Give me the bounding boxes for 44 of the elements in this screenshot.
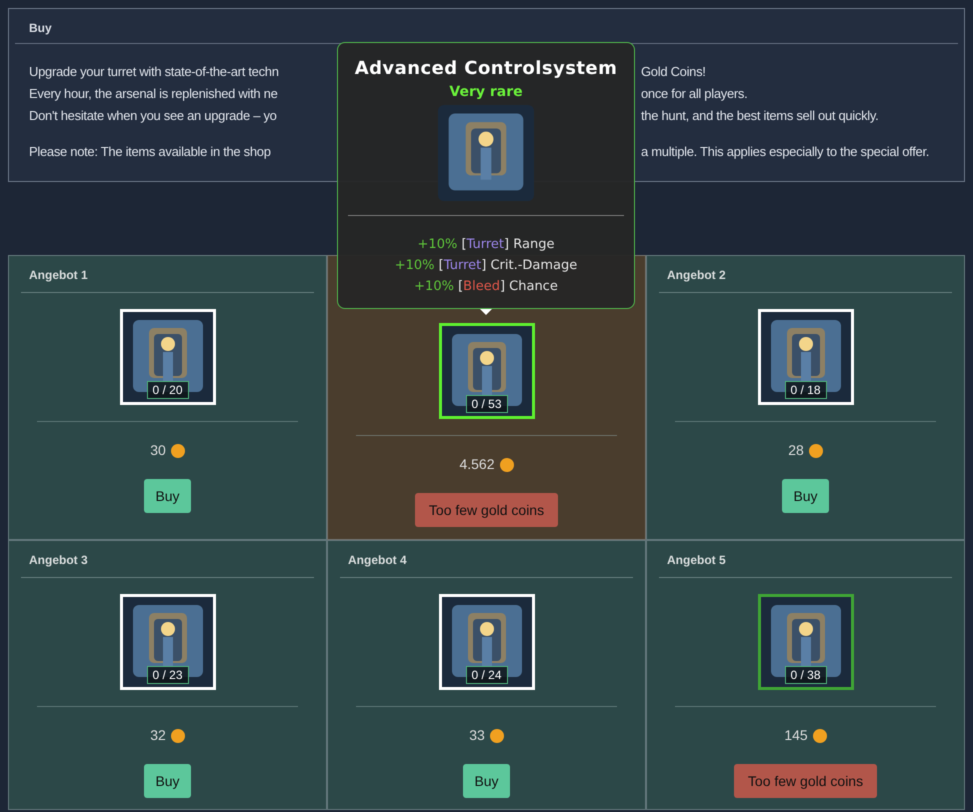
stock-counter: 0 / 53 bbox=[465, 395, 508, 413]
coin-icon bbox=[808, 444, 823, 458]
price-text: 32 bbox=[150, 726, 166, 745]
stock-counter: 0 / 24 bbox=[465, 666, 508, 684]
intro-text: the hunt, and the best items sell out quickly. bbox=[641, 107, 878, 125]
buy-button[interactable]: Buy bbox=[144, 479, 191, 513]
tooltip-pointer-icon bbox=[480, 309, 492, 315]
offer-title: Angebot 1 bbox=[21, 266, 314, 293]
intro-text: Upgrade your turret with state-of-the-art techn bbox=[29, 63, 279, 81]
rarity-label: Very rare bbox=[449, 83, 523, 102]
price-text: 28 bbox=[788, 441, 804, 460]
intro-text: once for all players. bbox=[641, 85, 748, 103]
panel-title: Buy bbox=[29, 20, 52, 37]
coin-icon bbox=[170, 728, 185, 742]
price-text: 145 bbox=[784, 726, 808, 745]
offer-title: Angebot 4 bbox=[340, 551, 633, 578]
coin-icon bbox=[490, 728, 504, 742]
price-text: 4.562 bbox=[459, 455, 495, 474]
intro-text: a multiple. This applies especially to the special offer. bbox=[641, 143, 930, 161]
price-text: 30 bbox=[150, 441, 166, 460]
coin-icon bbox=[812, 728, 827, 742]
tooltip-title: Advanced Controlsystem bbox=[354, 57, 618, 81]
price-text: 33 bbox=[469, 726, 485, 745]
stat-line: +10% [Turret] Range bbox=[418, 236, 554, 254]
stock-counter: 0 / 23 bbox=[146, 666, 189, 684]
stock-counter: 0 / 38 bbox=[784, 666, 827, 684]
offer-title: Angebot 2 bbox=[659, 266, 952, 293]
buy-button[interactable]: Buy bbox=[144, 764, 191, 798]
offer-title: Angebot 3 bbox=[21, 551, 314, 578]
coin-icon bbox=[500, 458, 514, 472]
intro-text: Don't hesitate when you see an upgrade – yo bbox=[29, 107, 277, 125]
coin-icon bbox=[170, 444, 185, 458]
intro-text: Gold Coins! bbox=[641, 63, 706, 81]
buy-button[interactable]: Buy bbox=[782, 479, 829, 513]
stat-line: +10% [Bleed] Chance bbox=[414, 278, 558, 296]
intro-text: Please note: The items available in the shop bbox=[29, 143, 271, 161]
stat-line: +10% [Turret] Crit.-Damage bbox=[394, 257, 578, 275]
offer-title: Angebot 5 bbox=[659, 551, 952, 578]
stock-counter: 0 / 18 bbox=[784, 381, 827, 399]
insufficient-coins-button[interactable]: Too few gold coins bbox=[414, 493, 558, 527]
insufficient-coins-button[interactable]: Too few gold coins bbox=[734, 764, 878, 798]
stock-counter: 0 / 20 bbox=[146, 381, 189, 399]
buy-button[interactable]: Buy bbox=[463, 764, 510, 798]
intro-text: Every hour, the arsenal is replenished with ne bbox=[29, 85, 278, 103]
